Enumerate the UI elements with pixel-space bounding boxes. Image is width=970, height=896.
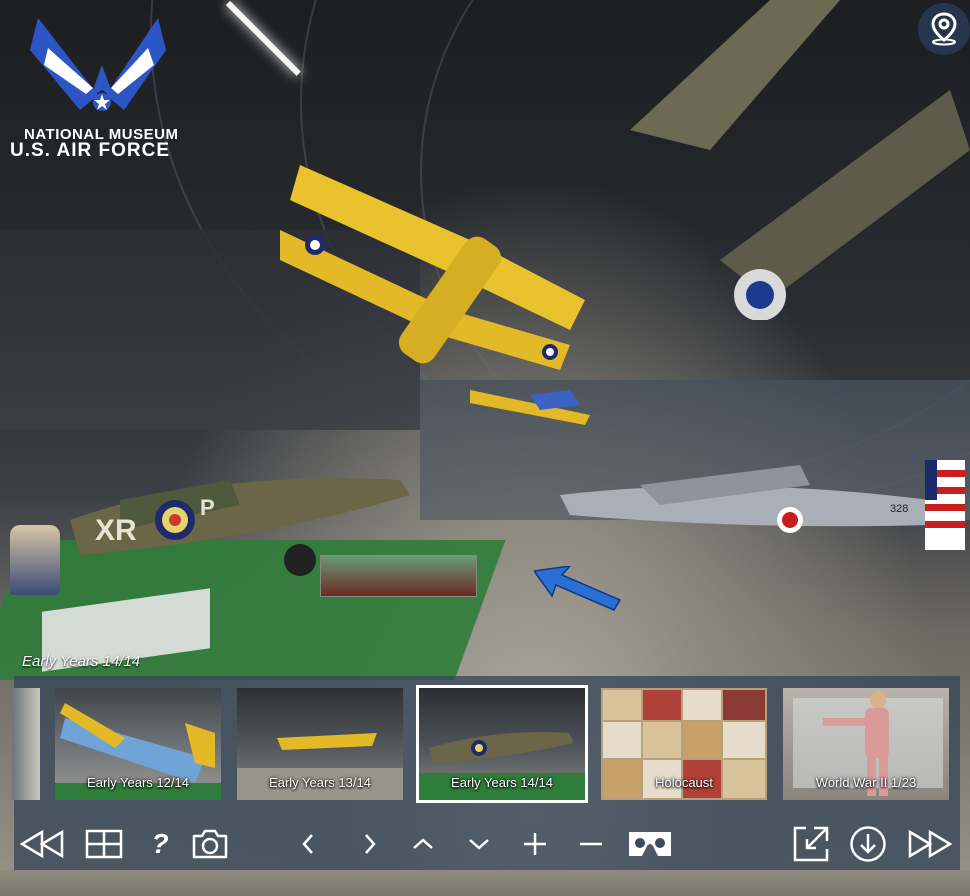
pilot-mannequin xyxy=(10,525,60,595)
thumbnail-holocaust[interactable]: Holocaust xyxy=(601,688,767,800)
hurricane-code-marking-2: P xyxy=(200,495,215,520)
help-button[interactable]: ? xyxy=(138,826,182,862)
thumbnail-early-years-14[interactable]: Early Years 14/14 xyxy=(416,685,588,803)
fast-forward-button[interactable] xyxy=(904,826,956,862)
scene-title: Early Years 14/14 xyxy=(22,653,141,670)
map-pin-icon xyxy=(931,12,957,46)
vr-headset-icon xyxy=(629,832,671,856)
tail-number-marking: 328 xyxy=(890,503,908,515)
thumbnail-early-years-13[interactable]: Early Years 13/14 xyxy=(237,688,403,800)
display-case xyxy=(320,555,477,597)
rewind-icon xyxy=(20,830,64,858)
chevron-right-icon xyxy=(365,834,376,854)
map-button[interactable] xyxy=(918,3,970,55)
plus-icon xyxy=(524,833,546,855)
rewind-button[interactable] xyxy=(16,826,68,862)
download-button[interactable] xyxy=(846,826,890,862)
pan-right-button[interactable] xyxy=(348,826,392,862)
fullscreen-icon xyxy=(793,826,829,862)
download-icon xyxy=(850,826,886,862)
thumbnail-label: Holocaust xyxy=(655,775,713,790)
silver-monoplane: 328 xyxy=(560,460,965,550)
grid-button[interactable] xyxy=(82,826,126,862)
zoom-out-button[interactable] xyxy=(569,826,613,862)
fast-forward-icon xyxy=(908,830,952,858)
pan-up-button[interactable] xyxy=(401,826,445,862)
panorama-floor-strip xyxy=(0,870,970,896)
pan-down-button[interactable] xyxy=(457,826,501,862)
thumbnail-label: Early Years 13/14 xyxy=(269,775,371,790)
minus-icon xyxy=(580,842,602,846)
thumbnail-strip[interactable]: Early Years 12/14 Early Years 13/14 Earl… xyxy=(12,685,960,804)
navigation-arrow-hotspot[interactable] xyxy=(532,564,622,617)
snapshot-button[interactable] xyxy=(188,826,232,862)
zoom-in-button[interactable] xyxy=(513,826,557,862)
help-icon: ? xyxy=(151,828,169,859)
pan-left-button[interactable] xyxy=(286,826,330,862)
thumbnail-early-years-12[interactable]: Early Years 12/14 xyxy=(55,688,221,800)
thumbnail-partial xyxy=(12,688,40,800)
arrow-up-left-icon xyxy=(532,564,622,611)
thumbnail-label: Early Years 12/14 xyxy=(87,775,189,790)
logo-title-line2: U.S. AIR FORCE xyxy=(10,140,171,161)
fullscreen-button[interactable] xyxy=(789,826,833,862)
usaf-wings-logo-icon xyxy=(30,18,166,111)
chevron-left-icon xyxy=(302,834,313,854)
distant-biplane xyxy=(470,390,590,425)
vr-button[interactable] xyxy=(622,826,678,862)
thumbnail-label: Early Years 14/14 xyxy=(451,775,553,790)
thumbnail-world-war-2[interactable]: World War II 1/23 xyxy=(783,688,949,800)
chevron-up-icon xyxy=(413,838,433,849)
grid-icon xyxy=(85,829,123,859)
thumbnail-label: World War II 1/23 xyxy=(815,775,917,790)
hurricane-code-marking: XR xyxy=(95,514,137,547)
toolbar: ? xyxy=(14,820,960,868)
chevron-down-icon xyxy=(469,839,489,850)
yellow-biplane xyxy=(280,165,585,370)
camera-icon xyxy=(192,829,228,859)
silver-hanging-plane xyxy=(630,0,970,320)
